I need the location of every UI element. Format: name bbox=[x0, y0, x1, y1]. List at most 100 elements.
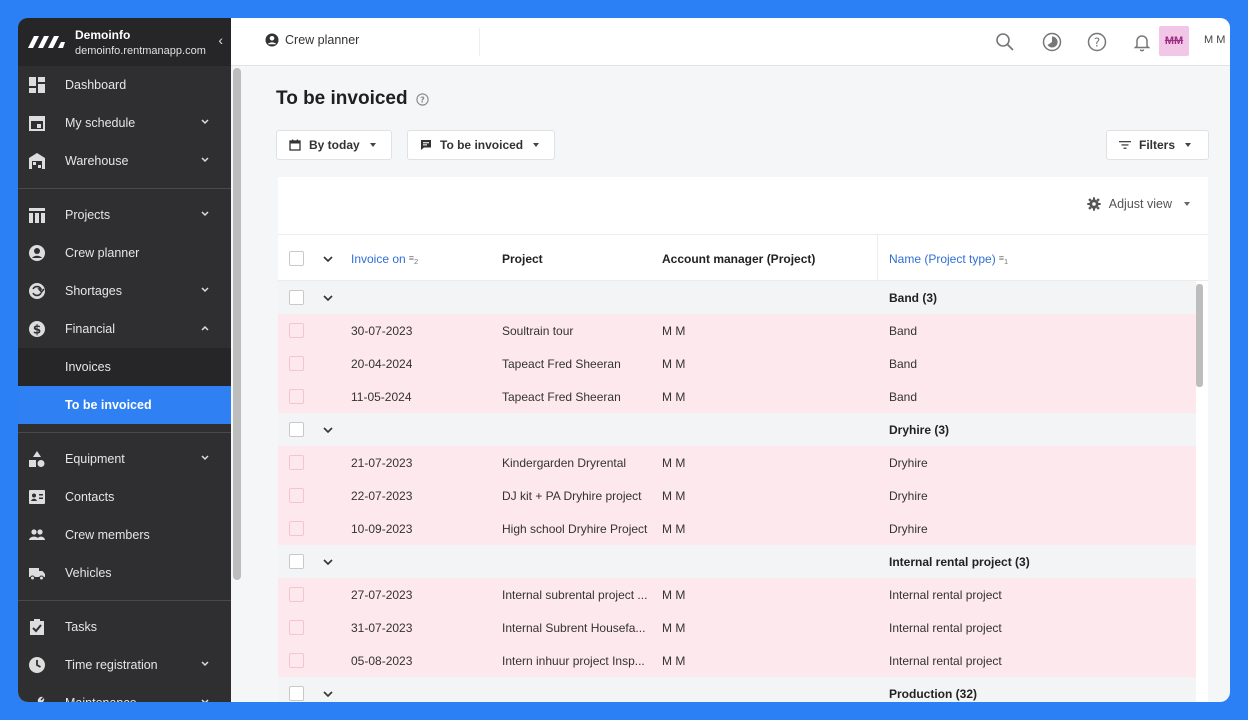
chevron-down-icon[interactable] bbox=[201, 156, 209, 164]
cell-project[interactable]: Tapeact Fred Sheeran bbox=[502, 357, 652, 371]
column-name-project-type[interactable]: Name (Project type) ≡1 bbox=[889, 252, 1008, 266]
name-type-label: Name (Project type) bbox=[889, 252, 996, 266]
to-be-invoiced-dropdown[interactable]: To be invoiced bbox=[407, 130, 555, 160]
column-invoice-on[interactable]: Invoice on ≡2 bbox=[351, 252, 418, 266]
chevron-down-icon[interactable] bbox=[323, 557, 333, 567]
row-checkbox[interactable] bbox=[289, 488, 304, 503]
sidebar-item-label: Dashboard bbox=[65, 78, 127, 92]
row-checkbox[interactable] bbox=[289, 521, 304, 536]
help-icon[interactable]: ? bbox=[1087, 32, 1107, 52]
cell-project[interactable]: Tapeact Fred Sheeran bbox=[502, 390, 652, 404]
sidebar-item-dashboard[interactable]: Dashboard bbox=[18, 66, 231, 104]
table-row[interactable]: 05-08-2023 Intern inhuur project Insp... M… bbox=[278, 644, 1196, 677]
help-circle-icon[interactable]: ? bbox=[415, 92, 429, 106]
by-today-dropdown[interactable]: By today bbox=[276, 130, 392, 160]
table-row[interactable]: 30-07-2023 Soultrain tour M M Band bbox=[278, 314, 1196, 347]
chevron-down-icon[interactable] bbox=[323, 293, 333, 303]
avatar[interactable]: MM bbox=[1159, 26, 1189, 56]
group-name: Band (3) bbox=[889, 291, 937, 305]
select-all-checkbox[interactable] bbox=[289, 251, 304, 266]
cell-project[interactable]: Internal Subrent Housefa... bbox=[502, 621, 652, 635]
chevron-down-icon[interactable] bbox=[323, 425, 333, 435]
row-checkbox[interactable] bbox=[289, 620, 304, 635]
dashboard-icon bbox=[29, 77, 45, 93]
table-row[interactable]: 31-07-2023 Internal Subrent Housefa... M M… bbox=[278, 611, 1196, 644]
table-row[interactable]: 10-09-2023 High school Dryhire Project M M… bbox=[278, 512, 1196, 545]
row-checkbox[interactable] bbox=[289, 356, 304, 371]
adjust-view-button[interactable]: Adjust view bbox=[1087, 197, 1190, 211]
bell-icon[interactable] bbox=[1132, 32, 1152, 52]
sidebar-item-crew-members[interactable]: Crew members bbox=[18, 516, 231, 554]
sidebar-subitem-invoices[interactable]: Invoices bbox=[18, 348, 231, 386]
timer-icon[interactable] bbox=[1042, 32, 1062, 52]
chevron-down-icon[interactable] bbox=[201, 210, 209, 218]
chevron-up-icon[interactable] bbox=[201, 324, 209, 332]
chevron-down-icon[interactable] bbox=[323, 254, 333, 264]
sidebar-item-tasks[interactable]: Tasks bbox=[18, 608, 231, 646]
comment-icon bbox=[421, 140, 431, 150]
cell-project-type: Band bbox=[889, 357, 918, 371]
group-row[interactable]: Band (3) bbox=[278, 281, 1196, 314]
table-row[interactable]: 11-05-2024 Tapeact Fred Sheeran M M Band bbox=[278, 380, 1196, 413]
sidebar-item-equipment[interactable]: Equipment bbox=[18, 440, 231, 478]
group-row[interactable]: Internal rental project (3) bbox=[278, 545, 1196, 578]
sidebar-item-my-schedule[interactable]: My schedule bbox=[18, 104, 231, 142]
adjust-view-label: Adjust view bbox=[1108, 197, 1172, 211]
search-icon[interactable] bbox=[995, 32, 1015, 52]
row-checkbox[interactable] bbox=[289, 587, 304, 602]
cell-project[interactable]: Internal subrental project ... bbox=[502, 588, 652, 602]
page-title: To be invoiced ? bbox=[276, 88, 429, 110]
cell-project-type: Band bbox=[889, 324, 918, 338]
cell-project[interactable]: DJ kit + PA Dryhire project bbox=[502, 489, 652, 503]
table-row[interactable]: 27-07-2023 Internal subrental project ...… bbox=[278, 578, 1196, 611]
table-row[interactable]: 20-04-2024 Tapeact Fred Sheeran M M Band bbox=[278, 347, 1196, 380]
table-row[interactable]: 21-07-2023 Kindergarden Dryrental M M Dryhi… bbox=[278, 446, 1196, 479]
row-checkbox[interactable] bbox=[289, 455, 304, 470]
column-account-manager[interactable]: Account manager (Project) bbox=[662, 252, 815, 266]
cell-project[interactable]: High school Dryhire Project bbox=[502, 522, 652, 536]
row-checkbox[interactable] bbox=[289, 389, 304, 404]
row-checkbox[interactable] bbox=[289, 323, 304, 338]
chevron-down-icon[interactable] bbox=[323, 689, 333, 699]
sidebar-subitem-to-be-invoiced[interactable]: To be invoiced bbox=[18, 386, 231, 424]
cell-invoice-on: 10-09-2023 bbox=[351, 522, 413, 536]
crew-planner-label: Crew planner bbox=[285, 33, 360, 47]
row-checkbox[interactable] bbox=[289, 686, 304, 701]
sidebar-item-warehouse[interactable]: Warehouse bbox=[18, 142, 231, 180]
filters-button[interactable]: Filters bbox=[1106, 130, 1209, 160]
sidebar-item-vehicles[interactable]: Vehicles bbox=[18, 554, 231, 592]
sidebar-item-shortages[interactable]: Shortages bbox=[18, 272, 231, 310]
column-project[interactable]: Project bbox=[502, 252, 543, 266]
chevron-down-icon[interactable] bbox=[201, 454, 209, 462]
calendar-icon bbox=[29, 116, 45, 131]
row-checkbox[interactable] bbox=[289, 554, 304, 569]
sidebar-item-label: Equipment bbox=[65, 452, 125, 466]
group-row[interactable]: Dryhire (3) bbox=[278, 413, 1196, 446]
chevron-down-icon[interactable] bbox=[201, 698, 209, 702]
cell-project[interactable]: Kindergarden Dryrental bbox=[502, 456, 652, 470]
chevron-down-icon[interactable] bbox=[201, 286, 209, 294]
table-row[interactable]: 22-07-2023 DJ kit + PA Dryhire project M M… bbox=[278, 479, 1196, 512]
cell-project[interactable]: Intern inhuur project Insp... bbox=[502, 654, 652, 668]
table-scrollbar[interactable] bbox=[1196, 284, 1203, 387]
row-checkbox[interactable] bbox=[289, 290, 304, 305]
row-checkbox[interactable] bbox=[289, 422, 304, 437]
brand-header[interactable]: Demoinfo demoinfo.rentmanapp.com ‹ bbox=[18, 18, 231, 66]
sidebar-item-time-registration[interactable]: Time registration bbox=[18, 646, 231, 684]
sidebar-item-financial[interactable]: $ Financial bbox=[18, 310, 231, 348]
collapse-sidebar-icon[interactable]: ‹ bbox=[218, 32, 223, 48]
sidebar-item-projects[interactable]: Projects bbox=[18, 196, 231, 234]
user-name[interactable]: M M bbox=[1204, 34, 1225, 46]
sort-order: 1 bbox=[1003, 257, 1009, 267]
crew-planner-link[interactable]: Crew planner bbox=[265, 33, 359, 47]
cell-project[interactable]: Soultrain tour bbox=[502, 324, 652, 338]
row-checkbox[interactable] bbox=[289, 653, 304, 668]
column-divider[interactable] bbox=[877, 235, 878, 282]
cell-account-manager: M M bbox=[662, 489, 686, 503]
sidebar-item-maintenance[interactable]: Maintenance bbox=[18, 684, 231, 702]
group-row[interactable]: Production (32) bbox=[278, 677, 1196, 702]
sidebar-item-contacts[interactable]: Contacts bbox=[18, 478, 231, 516]
chevron-down-icon[interactable] bbox=[201, 660, 209, 668]
sidebar-item-crew-planner[interactable]: Crew planner bbox=[18, 234, 231, 272]
chevron-down-icon[interactable] bbox=[201, 118, 209, 126]
